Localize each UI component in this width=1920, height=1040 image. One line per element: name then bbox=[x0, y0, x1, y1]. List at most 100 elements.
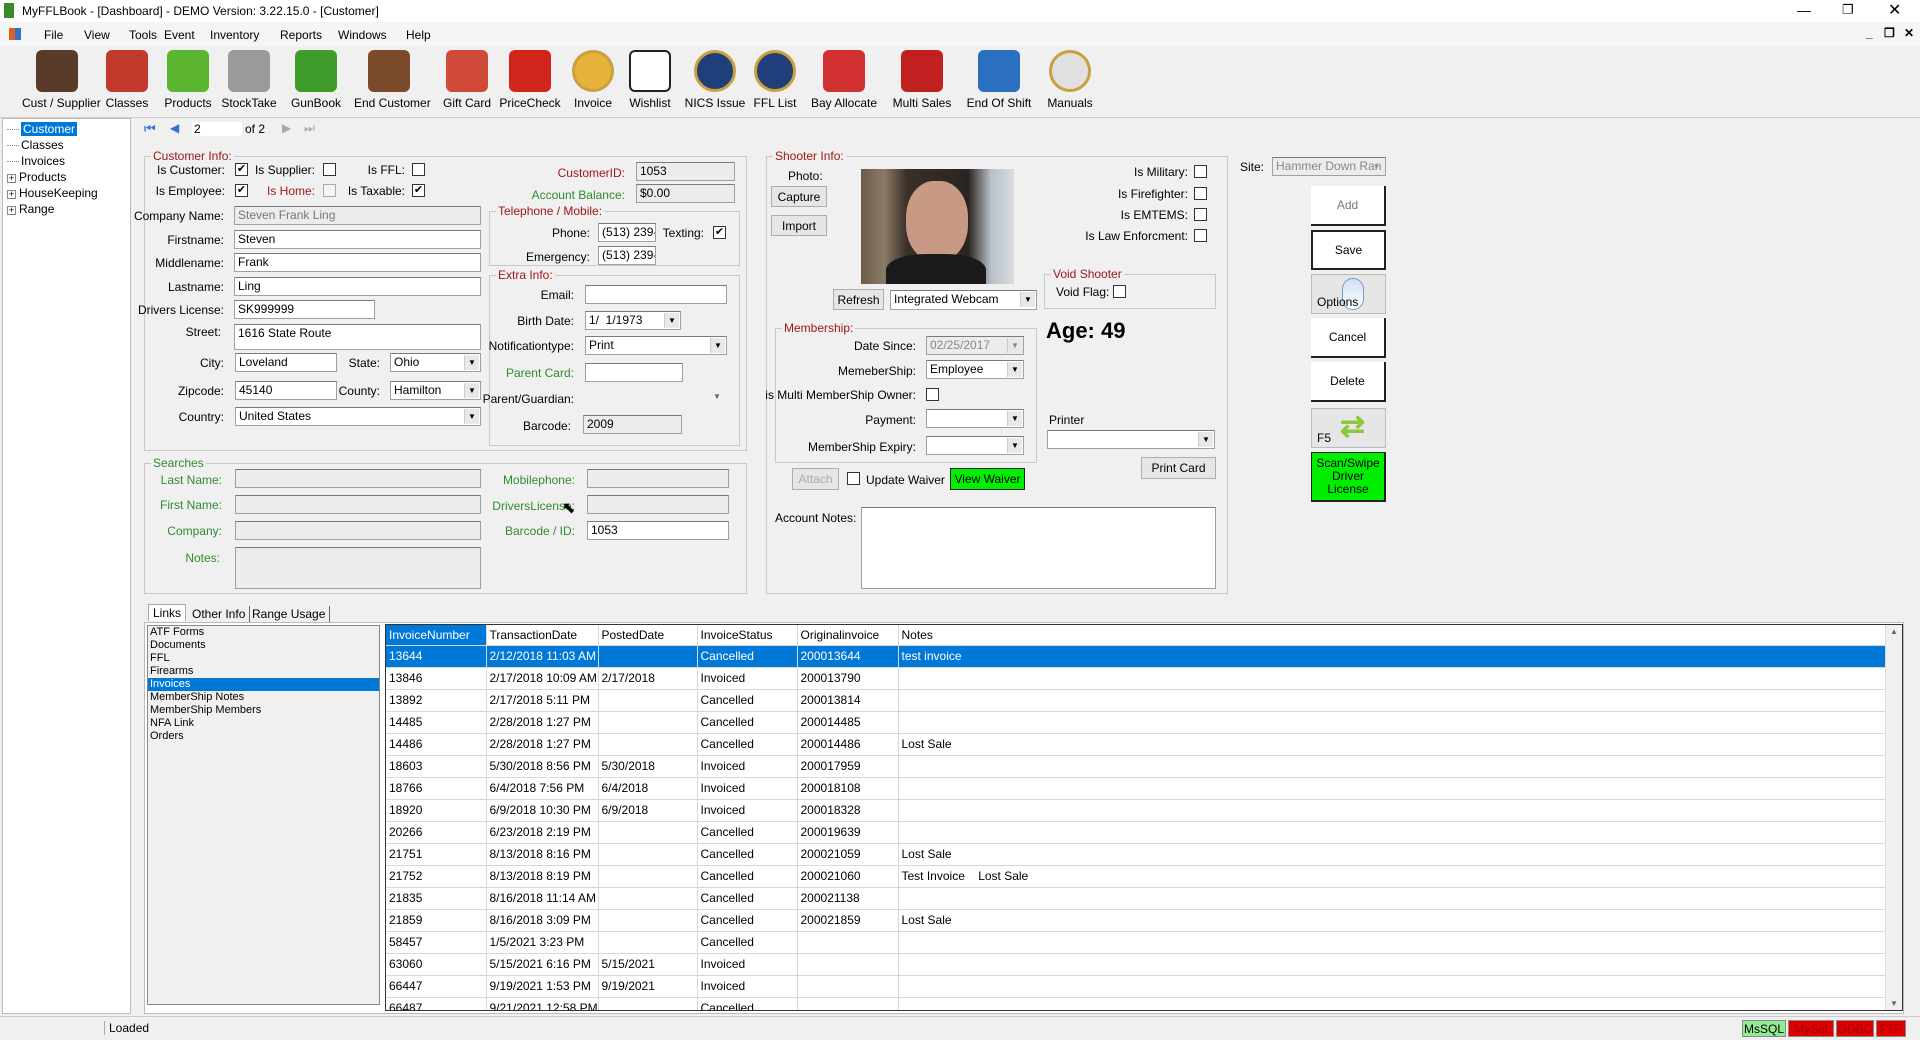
search-drivers-license-input[interactable] bbox=[587, 495, 729, 514]
update-waiver-checkbox[interactable] bbox=[847, 472, 860, 485]
tab-other-info[interactable]: Other Info bbox=[188, 606, 251, 622]
import-button[interactable]: Import bbox=[771, 215, 827, 236]
table-row[interactable]: 21859 8/16/2018 3:09 PM Cancelled 200021859… bbox=[386, 909, 1887, 932]
table-row[interactable]: 18920 6/9/2018 10:30 PM 6/9/2018 Invoiced 20… bbox=[386, 799, 1887, 822]
menu-tools[interactable]: Tools bbox=[129, 28, 157, 42]
table-row[interactable]: 66487 9/21/2021 12:58 PM Cancelled bbox=[386, 997, 1887, 1010]
birth-date-picker[interactable]: 1/ 1/1973 ▼ bbox=[585, 311, 681, 330]
is-law-enforcement-checkbox[interactable] bbox=[1194, 229, 1207, 242]
link-item[interactable]: Documents bbox=[148, 639, 379, 652]
vertical-scrollbar[interactable]: ▲ ▼ bbox=[1885, 625, 1902, 1010]
last-record-icon[interactable]: ⏭ bbox=[304, 121, 315, 136]
view-waiver-button[interactable]: View Waiver bbox=[950, 468, 1025, 490]
table-row[interactable]: 13644 2/12/2018 11:03 AM Cancelled 20001364… bbox=[386, 645, 1887, 668]
toolbar-bay-allocate-button[interactable]: Bay Allocate bbox=[809, 48, 879, 110]
column-header[interactable]: InvoiceNumber bbox=[386, 625, 487, 646]
menu-help[interactable]: Help bbox=[406, 28, 431, 42]
link-item[interactable]: Firearms bbox=[148, 665, 379, 678]
toolbar-manuals-button[interactable]: Manuals bbox=[1035, 48, 1105, 110]
table-row[interactable]: 13846 2/17/2018 10:09 AM 2/17/2018 Invoiced… bbox=[386, 667, 1887, 690]
drivers-license-field[interactable]: SK999999 bbox=[234, 300, 375, 319]
table-row[interactable]: 18766 6/4/2018 7:56 PM 6/4/2018 Invoiced 200… bbox=[386, 777, 1887, 800]
table-row[interactable]: 13892 2/17/2018 5:11 PM Cancelled 200013814 bbox=[386, 689, 1887, 712]
payment-select[interactable]: ▼ bbox=[926, 409, 1024, 428]
toolbar-cust-supplier-button[interactable]: Cust / Supplier bbox=[22, 48, 101, 110]
site-select[interactable]: Hammer Down Ran ▾ bbox=[1272, 157, 1386, 176]
search-mobilephone-input[interactable] bbox=[587, 469, 729, 488]
link-item[interactable]: FFL bbox=[148, 652, 379, 665]
expand-icon[interactable]: + bbox=[7, 174, 16, 183]
tab-links[interactable]: Links bbox=[148, 604, 187, 621]
company-name-field[interactable]: Steven Frank Ling bbox=[234, 206, 481, 225]
toolbar-wishlist-button[interactable]: Wishlist bbox=[615, 48, 685, 110]
menu-windows[interactable]: Windows bbox=[338, 28, 387, 42]
tree-item-products[interactable]: + Products bbox=[7, 170, 66, 184]
parent-guardian-dropdown-icon[interactable]: ▼ bbox=[713, 392, 721, 401]
texting-checkbox[interactable]: ✔ bbox=[713, 226, 726, 239]
county-select[interactable]: Hamilton ▼ bbox=[390, 381, 481, 400]
tree-item-housekeeping[interactable]: + HouseKeeping bbox=[7, 186, 98, 200]
tab-range-usage[interactable]: Range Usage bbox=[248, 606, 331, 622]
link-item[interactable]: MemberShip Notes bbox=[148, 691, 379, 704]
printer-select[interactable]: ▼ bbox=[1047, 430, 1215, 449]
void-flag-checkbox[interactable] bbox=[1113, 285, 1126, 298]
table-row[interactable]: 21752 8/13/2018 8:19 PM Cancelled 200021060… bbox=[386, 865, 1887, 888]
middlename-field[interactable]: Frank bbox=[234, 253, 481, 272]
mdi-restore-icon[interactable]: ❐ bbox=[1884, 26, 1895, 40]
mdi-close-icon[interactable]: ✕ bbox=[1904, 26, 1914, 40]
refresh-photo-button[interactable]: Refresh bbox=[833, 289, 884, 310]
column-header[interactable]: PostedDate bbox=[598, 625, 698, 646]
table-row[interactable]: 21751 8/13/2018 8:16 PM Cancelled 200021059… bbox=[386, 843, 1887, 866]
phone-field[interactable]: (513) 239-7110 bbox=[598, 223, 656, 242]
column-header[interactable]: TransactionDate bbox=[486, 625, 599, 646]
multi-membership-checkbox[interactable] bbox=[926, 388, 939, 401]
table-row[interactable]: 66447 9/19/2021 1:53 PM 9/19/2021 Invoiced bbox=[386, 975, 1887, 998]
membership-select[interactable]: Employee ▼ bbox=[926, 360, 1024, 379]
toolbar-multi-sales-button[interactable]: Multi Sales bbox=[887, 48, 957, 110]
toolbar-end-customer-button[interactable]: End Customer bbox=[354, 48, 431, 110]
mdi-minimize-icon[interactable]: _ bbox=[1866, 26, 1873, 40]
tree-item-invoices[interactable]: Invoices bbox=[7, 154, 65, 168]
is-home-checkbox[interactable] bbox=[323, 184, 336, 197]
menu-view[interactable]: View bbox=[84, 28, 110, 42]
expand-icon[interactable]: + bbox=[7, 190, 16, 199]
menu-inventory[interactable]: Inventory bbox=[210, 28, 259, 42]
link-item[interactable]: Orders bbox=[148, 730, 379, 743]
table-row[interactable]: 21835 8/16/2018 11:14 AM Cancelled 20002113… bbox=[386, 887, 1887, 910]
emergency-field[interactable]: (513) 239-7471 bbox=[598, 246, 656, 265]
scroll-down-icon[interactable]: ▼ bbox=[1890, 999, 1898, 1008]
toolbar-products-button[interactable]: Products bbox=[153, 48, 223, 110]
minimize-icon[interactable]: — bbox=[1797, 2, 1811, 18]
toolbar-classes-button[interactable]: Classes bbox=[92, 48, 162, 110]
next-record-icon[interactable]: ▶ bbox=[282, 121, 291, 135]
link-item[interactable]: MemberShip Members bbox=[148, 704, 379, 717]
search-notes-input[interactable] bbox=[235, 547, 481, 589]
record-position-input[interactable]: 2 bbox=[192, 122, 242, 136]
is-supplier-checkbox[interactable] bbox=[323, 163, 336, 176]
is-taxable-checkbox[interactable]: ✔ bbox=[412, 184, 425, 197]
refresh-f5-button[interactable]: F5 ⇄ bbox=[1311, 408, 1386, 448]
notification-type-select[interactable]: Print ▼ bbox=[585, 336, 727, 355]
toolbar-gunbook-button[interactable]: GunBook bbox=[281, 48, 351, 110]
lastname-field[interactable]: Ling bbox=[234, 277, 481, 296]
table-row[interactable]: 63060 5/15/2021 6:16 PM 5/15/2021 Invoiced bbox=[386, 953, 1887, 976]
is-military-checkbox[interactable] bbox=[1194, 165, 1207, 178]
country-select[interactable]: United States ▼ bbox=[235, 407, 481, 426]
table-row[interactable]: 18603 5/30/2018 8:56 PM 5/30/2018 Invoiced 2… bbox=[386, 755, 1887, 778]
is-employee-checkbox[interactable]: ✔ bbox=[235, 184, 248, 197]
save-button[interactable]: Save bbox=[1311, 230, 1386, 270]
tree-item-customer[interactable]: Customer bbox=[7, 122, 78, 136]
toolbar-stocktake-button[interactable]: StockTake bbox=[214, 48, 284, 110]
toolbar-ffl-list-button[interactable]: FFL List bbox=[740, 48, 810, 110]
menu-file[interactable]: File bbox=[44, 28, 63, 42]
table-row[interactable]: 20266 6/23/2018 2:19 PM Cancelled 200019639 bbox=[386, 821, 1887, 844]
toolbar-end-of-shift-button[interactable]: End Of Shift bbox=[964, 48, 1034, 110]
link-item[interactable]: Invoices bbox=[148, 678, 379, 691]
close-icon[interactable]: ✕ bbox=[1888, 0, 1901, 20]
column-header[interactable]: InvoiceStatus bbox=[697, 625, 798, 646]
toolbar-gift-card-button[interactable]: Gift Card bbox=[432, 48, 502, 110]
cancel-button[interactable]: Cancel bbox=[1311, 318, 1386, 358]
membership-expiry-select[interactable]: ▼ bbox=[926, 436, 1024, 455]
previous-record-icon[interactable]: ◀ bbox=[170, 121, 179, 135]
attach-button[interactable]: Attach bbox=[792, 468, 839, 490]
